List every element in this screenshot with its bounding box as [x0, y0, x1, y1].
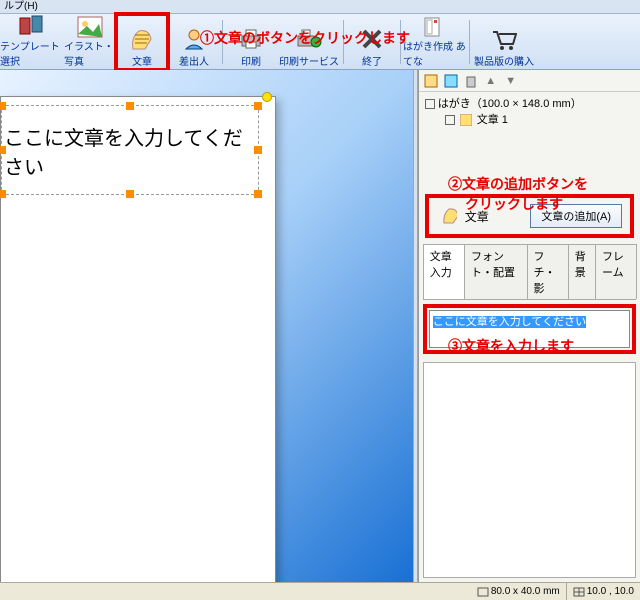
hagaki-button[interactable]: はがき作成 あてな — [403, 16, 467, 68]
add-text-button[interactable]: 文章の追加(A) — [530, 204, 622, 228]
tree-tool-icon[interactable] — [463, 73, 479, 89]
print-service-icon — [295, 25, 323, 53]
canvas-area[interactable]: ここに文章を入力してください — [0, 70, 413, 582]
separator — [222, 20, 223, 64]
btn-label: 文章 — [132, 53, 152, 68]
resize-handle[interactable] — [0, 146, 6, 154]
layer-tree[interactable]: はがき（100.0 × 148.0 mm） 文章 1 — [419, 92, 640, 136]
statusbar: 80.0 x 40.0 mm 10.0 , 10.0 — [0, 582, 640, 600]
btn-label: 差出人 — [179, 53, 209, 68]
btn-label: 印刷 — [241, 53, 261, 68]
illust-icon — [76, 16, 104, 38]
toolbar: テンプレート選択 イラスト・写真 文章 差出人 印刷 印刷サービス 終了 はがき… — [0, 14, 640, 70]
btn-label: イラスト・写真 — [64, 38, 116, 68]
separator — [400, 20, 401, 64]
tree-tool-icon[interactable] — [443, 73, 459, 89]
template-select-button[interactable]: テンプレート選択 — [0, 16, 64, 68]
separator — [469, 20, 470, 64]
status-pos: 10.0 , 10.0 — [566, 583, 640, 600]
sender-icon — [180, 25, 208, 53]
tab-background[interactable]: 背景 — [568, 244, 596, 299]
text-icon — [441, 208, 457, 224]
text-button[interactable]: 文章 — [116, 16, 168, 68]
tab-text-input[interactable]: 文章入力 — [423, 244, 465, 299]
btn-label: テンプレート選択 — [0, 38, 64, 68]
text-input[interactable]: ここに文章を入力してください — [429, 310, 630, 348]
workspace: ここに文章を入力してください ▲ ▼ はがき（1 — [0, 70, 640, 582]
resize-handle[interactable] — [254, 102, 262, 110]
pos-icon — [573, 587, 585, 597]
printer-icon — [237, 25, 265, 53]
tree-label: はがき（100.0 × 148.0 mm） — [438, 96, 582, 112]
tab-font[interactable]: フォント・配置 — [464, 244, 527, 299]
placeholder-text: ここに文章を入力してください — [2, 106, 258, 180]
btn-label: はがき作成 あてな — [403, 38, 467, 68]
btn-label: 製品版の購入 — [474, 53, 534, 68]
menubar[interactable]: ルプ(H) — [0, 0, 640, 14]
print-service-button[interactable]: 印刷サービス — [277, 16, 341, 68]
template-icon — [18, 14, 46, 38]
sender-button[interactable]: 差出人 — [168, 16, 220, 68]
tree-row-item[interactable]: 文章 1 — [425, 112, 636, 128]
resize-handle[interactable] — [254, 190, 262, 198]
text-input-wrap: ここに文章を入力してください — [423, 304, 636, 354]
text-section-header: 文章 文章の追加(A) — [425, 194, 634, 238]
exit-icon — [358, 25, 386, 53]
resize-handle[interactable] — [126, 190, 134, 198]
down-arrow-icon[interactable]: ▼ — [503, 73, 519, 89]
separator — [343, 20, 344, 64]
tree-checkbox[interactable] — [425, 99, 435, 109]
rotate-handle[interactable] — [262, 92, 272, 102]
cart-icon — [490, 25, 518, 53]
tree-checkbox[interactable] — [445, 115, 455, 125]
up-arrow-icon[interactable]: ▲ — [483, 73, 499, 89]
print-button[interactable]: 印刷 — [225, 16, 277, 68]
menu-help[interactable]: ルプ(H) — [4, 1, 38, 12]
exit-button[interactable]: 終了 — [346, 16, 398, 68]
hagaki-icon — [421, 16, 449, 38]
text-icon — [128, 25, 156, 53]
property-tabs: 文章入力 フォント・配置 フチ・影 背景 フレーム — [423, 244, 636, 300]
tree-tool-icon[interactable] — [423, 73, 439, 89]
section-title: 文章 — [465, 208, 489, 225]
side-panel: ▲ ▼ はがき（100.0 × 148.0 mm） 文章 1 文章 文章の追加(… — [418, 70, 640, 582]
btn-label: 終了 — [362, 53, 382, 68]
size-icon — [477, 587, 489, 597]
resize-handle[interactable] — [126, 102, 134, 110]
purchase-button[interactable]: 製品版の購入 — [472, 16, 536, 68]
text-frame[interactable]: ここに文章を入力してください — [1, 105, 259, 195]
btn-label: 印刷サービス — [279, 53, 339, 68]
preview-panel — [423, 362, 636, 578]
status-size: 80.0 x 40.0 mm — [471, 583, 566, 600]
resize-handle[interactable] — [0, 102, 6, 110]
resize-handle[interactable] — [0, 190, 6, 198]
tab-frame[interactable]: フレーム — [595, 244, 637, 299]
resize-handle[interactable] — [254, 146, 262, 154]
tree-row-root[interactable]: はがき（100.0 × 148.0 mm） — [425, 96, 636, 112]
tab-border[interactable]: フチ・影 — [527, 244, 569, 299]
tree-label: 文章 1 — [477, 112, 508, 128]
text-node-icon — [458, 112, 474, 128]
illust-photo-button[interactable]: イラスト・写真 — [64, 16, 116, 68]
tree-toolbar: ▲ ▼ — [419, 70, 640, 92]
page[interactable]: ここに文章を入力してください — [0, 96, 276, 582]
